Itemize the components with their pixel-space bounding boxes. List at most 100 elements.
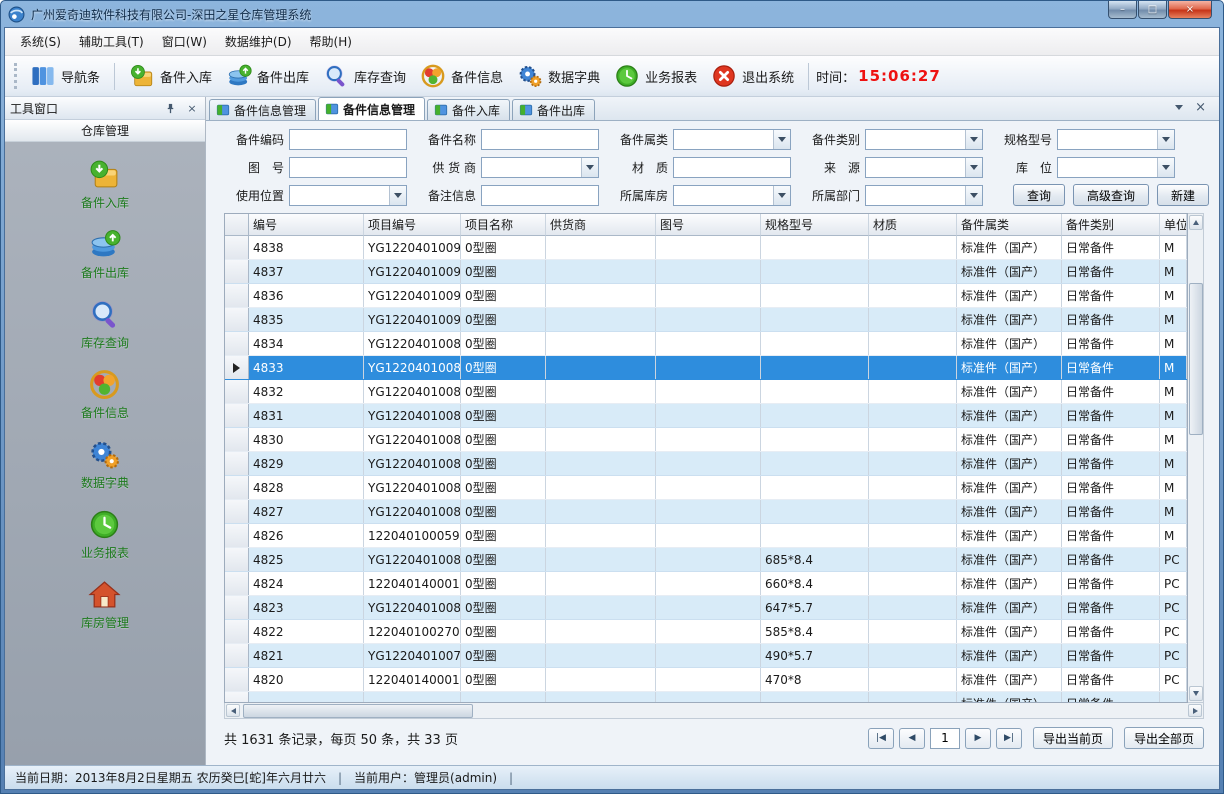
column-header[interactable]: 供货商 (546, 214, 656, 236)
next-page-button[interactable]: ▶ (965, 728, 991, 749)
advanced-query-button[interactable]: 高级查询 (1073, 184, 1149, 206)
table-row[interactable]: 482412204014000120型圈660*8.4标准件（国产）日常备件PC (225, 572, 1187, 596)
last-page-button[interactable]: ▶| (996, 728, 1022, 749)
tab-parts-info-manage-1[interactable]: 备件信息管理 (209, 99, 316, 120)
row-selector[interactable] (225, 620, 249, 643)
table-row[interactable]: 4828YG122040100830型圈标准件（国产）日常备件M (225, 476, 1187, 500)
row-selector[interactable] (225, 404, 249, 427)
row-selector[interactable] (225, 236, 249, 259)
row-selector[interactable] (225, 644, 249, 667)
table-row[interactable]: 4829YG122040100840型圈标准件（国产）日常备件M (225, 452, 1187, 476)
table-row[interactable]: 4825YG122040100810型圈685*8.4标准件（国产）日常备件PC (225, 548, 1187, 572)
toolbar-navbar-button[interactable]: 导航条 (23, 60, 107, 92)
column-header[interactable]: 编号 (249, 214, 364, 236)
menu-help[interactable]: 帮助(H) (301, 28, 361, 55)
dropdown-button[interactable] (389, 186, 406, 205)
sidebar-item-parts-info[interactable]: 备件信息 (81, 368, 129, 421)
row-selector[interactable] (225, 548, 249, 571)
row-selector[interactable] (225, 452, 249, 475)
vertical-scroll-thumb[interactable] (1189, 283, 1203, 435)
column-header[interactable]: 项目名称 (461, 214, 546, 236)
titlebar[interactable]: 广州爱奇迪软件科技有限公司-深田之星仓库管理系统 – □ × (4, 1, 1220, 27)
sidebar-item-business-report[interactable]: 业务报表 (81, 508, 129, 561)
table-row[interactable]: 482012204014000130型圈470*8标准件（国产）日常备件PC (225, 668, 1187, 692)
table-row[interactable]: 4837YG122040100920型圈标准件（国产）日常备件M (225, 260, 1187, 284)
export-current-page-button[interactable]: 导出当前页 (1033, 727, 1113, 749)
tab-parts-inbound[interactable]: 备件入库 (427, 99, 510, 120)
column-header[interactable]: 图号 (656, 214, 761, 236)
spec-model-select[interactable] (1057, 129, 1175, 150)
row-selector[interactable] (225, 428, 249, 451)
toolbar-inventory-query-button[interactable]: 库存查询 (316, 60, 413, 92)
row-selector[interactable] (225, 308, 249, 331)
dropdown-button[interactable] (773, 130, 790, 149)
table-row[interactable]: 4832YG122040100870型圈标准件（国产）日常备件M (225, 380, 1187, 404)
dropdown-button[interactable] (1157, 158, 1174, 177)
row-selector[interactable] (225, 692, 249, 702)
row-selector[interactable] (225, 260, 249, 283)
prev-page-button[interactable]: ◀ (899, 728, 925, 749)
source-select[interactable] (865, 157, 983, 178)
menu-system[interactable]: 系统(S) (11, 28, 70, 55)
toolbar-data-dictionary-button[interactable]: 数据字典 (510, 60, 607, 92)
row-selector[interactable] (225, 380, 249, 403)
column-header[interactable]: 备件属类 (957, 214, 1062, 236)
row-selector[interactable] (225, 572, 249, 595)
table-row[interactable]: 4835YG122040100900型圈标准件（国产）日常备件M (225, 308, 1187, 332)
maximize-button[interactable]: □ (1138, 1, 1167, 19)
row-selector[interactable] (225, 500, 249, 523)
close-button[interactable]: × (1168, 1, 1212, 19)
table-row[interactable]: 482212204010027000型圈585*8.4标准件（国产）日常备件PC (225, 620, 1187, 644)
dropdown-button[interactable] (965, 158, 982, 177)
parts-code-input[interactable] (289, 129, 407, 150)
row-selector[interactable] (225, 524, 249, 547)
sidebar-item-parts-inbound[interactable]: 备件入库 (81, 158, 129, 211)
horizontal-scrollbar[interactable] (224, 703, 1204, 719)
horizontal-scroll-track[interactable] (241, 704, 1187, 718)
menu-data-maintenance[interactable]: 数据维护(D) (216, 28, 301, 55)
table-row[interactable]: 482612204010005990型圈标准件（国产）日常备件M (225, 524, 1187, 548)
table-row[interactable]: 4831YG122040100860型圈标准件（国产）日常备件M (225, 404, 1187, 428)
sidebar-item-parts-outbound[interactable]: 备件出库 (81, 228, 129, 281)
table-row[interactable]: 4830YG122040100850型圈标准件（国产）日常备件M (225, 428, 1187, 452)
table-row[interactable]: 4833YG122040100880型圈标准件（国产）日常备件M (225, 356, 1187, 380)
table-row[interactable]: 标准件（国产）日常备件 (225, 692, 1187, 702)
dropdown-button[interactable] (1157, 130, 1174, 149)
row-selector[interactable] (225, 668, 249, 691)
menu-window[interactable]: 窗口(W) (153, 28, 216, 55)
minimize-button[interactable]: – (1108, 1, 1137, 19)
toolbar-business-report-button[interactable]: 业务报表 (607, 60, 704, 92)
table-row[interactable]: 4827YG122040100820型圈标准件（国产）日常备件M (225, 500, 1187, 524)
scroll-right-icon[interactable] (1188, 704, 1202, 717)
dropdown-button[interactable] (581, 158, 598, 177)
export-all-pages-button[interactable]: 导出全部页 (1124, 727, 1204, 749)
toolbar-parts-inbound-button[interactable]: 备件入库 (122, 60, 219, 92)
remark-input[interactable] (481, 185, 599, 206)
warehouse-select[interactable] (673, 185, 791, 206)
parts-name-input[interactable] (481, 129, 599, 150)
table-row[interactable]: 4821YG122040100790型圈490*5.7标准件（国产）日常备件PC (225, 644, 1187, 668)
dropdown-button[interactable] (965, 130, 982, 149)
tab-close-icon[interactable]: × (1195, 101, 1206, 114)
scroll-down-icon[interactable] (1189, 686, 1203, 701)
pin-icon[interactable] (162, 100, 178, 116)
dropdown-button[interactable] (965, 186, 982, 205)
tab-parts-info-manage-2[interactable]: 备件信息管理 (318, 97, 425, 120)
table-row[interactable]: 4836YG122040100910型圈标准件（国产）日常备件M (225, 284, 1187, 308)
tab-parts-outbound[interactable]: 备件出库 (512, 99, 595, 120)
dropdown-button[interactable] (773, 186, 790, 205)
toolbar-gripper[interactable] (14, 63, 18, 89)
column-header[interactable]: 规格型号 (761, 214, 869, 236)
parts-class-select[interactable] (865, 129, 983, 150)
scroll-left-icon[interactable] (226, 704, 240, 717)
department-select[interactable] (865, 185, 983, 206)
parts-category-select[interactable] (673, 129, 791, 150)
row-selector[interactable] (225, 332, 249, 355)
sidebar-item-warehouse-manage[interactable]: 库房管理 (81, 578, 129, 631)
toolbar-parts-info-button[interactable]: 备件信息 (413, 60, 510, 92)
toolbar-parts-outbound-button[interactable]: 备件出库 (219, 60, 316, 92)
vertical-scrollbar[interactable] (1188, 213, 1204, 703)
vertical-scroll-track[interactable] (1189, 231, 1203, 685)
column-header[interactable]: 材质 (869, 214, 957, 236)
supplier-select[interactable] (481, 157, 599, 178)
